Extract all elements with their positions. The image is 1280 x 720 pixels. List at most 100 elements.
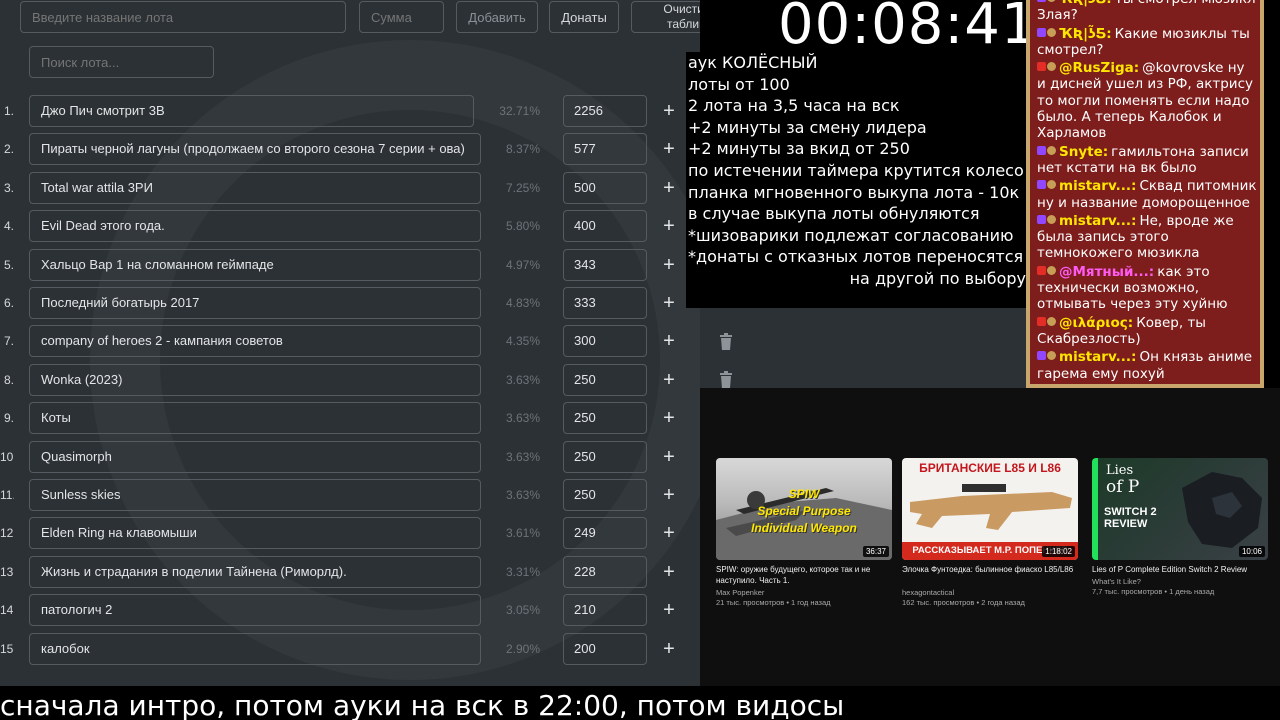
lot-name-field[interactable]: Хальцо Вар 1 на сломанном геймпаде [29, 248, 481, 281]
chat-username[interactable]: mistarv...: [1059, 213, 1136, 229]
add-amount-button[interactable]: + [659, 441, 679, 473]
chat-panel: ҠƦ|ʖ̃Ƽ:Ты смотрел мюзикл Злая?ҠƦ|ʖ̃Ƽ:Как… [1026, 0, 1264, 388]
subscriber-badge-icon [1047, 351, 1056, 361]
video-thumbnail[interactable]: БРИТАНСКИЕ L85 И L86 РАССКАЗЫВАЕТ М.Р. П… [902, 458, 1078, 560]
auction-rules: аук КОЛЁСНЫЙ лоты от 100 2 лота на 3,5 ч… [686, 52, 1028, 308]
subscriber-badge-icon [1047, 27, 1056, 37]
twitch-icon [1037, 351, 1046, 361]
youtube-icon [1037, 316, 1046, 326]
lot-name-field[interactable]: Жизнь и страдания в поделии Тайнена (Рим… [29, 555, 481, 588]
lot-name-field[interactable]: патологич 2 [29, 594, 481, 627]
add-amount-button[interactable]: + [659, 172, 679, 204]
lot-number: 1. [3, 104, 14, 118]
lot-name-field[interactable]: Коты [29, 402, 481, 435]
lot-percent: 2.90% [505, 641, 540, 656]
lot-amount-field[interactable]: 500 [563, 171, 647, 204]
lot-name-field[interactable]: Quasimorph [29, 440, 481, 473]
video-title[interactable]: Lies of P Complete Edition Switch 2 Revi… [1092, 564, 1268, 575]
lot-name-field[interactable]: Total war attila 3РИ [29, 171, 481, 204]
lot-row: 11. Sunless skies 3.63% 250 + [0, 479, 700, 511]
lot-search-input[interactable] [29, 46, 214, 78]
lot-number: 12. [0, 526, 14, 541]
lot-name-field[interactable]: company of heroes 2 - кампания советов [29, 325, 481, 358]
lot-number: 4. [3, 219, 14, 234]
chat-message: @Мятный...: как это технически возможно, … [1037, 264, 1257, 313]
lot-amount-field[interactable]: 210 [563, 594, 647, 627]
lot-name-field[interactable]: Evil Dead этого года. [29, 210, 481, 243]
lot-amount-field[interactable]: 343 [563, 248, 647, 281]
lot-amount-field[interactable]: 200 [563, 632, 647, 665]
trash-icon[interactable] [717, 371, 735, 389]
chat-username[interactable]: mistarv...: [1059, 349, 1136, 365]
rule-line: по истечении таймера крутится колесо [688, 160, 1024, 180]
lot-percent: 3.05% [505, 603, 540, 618]
video-channel[interactable]: hexagontactical [902, 588, 1078, 598]
lot-row: 10. Quasimorph 3.63% 250 + [0, 440, 700, 473]
lot-number: 2. [3, 142, 14, 157]
lot-amount-field[interactable]: 250 [563, 363, 647, 396]
add-amount-button[interactable]: + [659, 402, 679, 434]
chat-username[interactable]: Snyte: [1059, 144, 1108, 160]
lot-amount-field[interactable]: 250 [563, 440, 647, 473]
youtube-icon [1037, 62, 1046, 72]
lot-percent: 4.83% [505, 296, 540, 310]
lot-amount-field[interactable]: 2256 [563, 95, 647, 127]
video-duration: 1:18:02 [1042, 546, 1075, 557]
lot-name-field[interactable]: Пираты черной лагуны (продолжаем со втор… [29, 133, 481, 166]
lot-amount-field[interactable]: 333 [563, 287, 647, 319]
video-channel[interactable]: Max Popenker [716, 588, 892, 598]
lot-name-field[interactable]: Последний богатырь 2017 [29, 287, 481, 319]
bottom-ticker: сначала интро, потом ауки на вск в 22:00… [0, 686, 1280, 720]
lot-row: 12. Elden Ring на клавомыши 3.61% 249 + [0, 517, 700, 550]
amount-input[interactable] [359, 1, 444, 33]
add-amount-button[interactable]: + [659, 364, 679, 396]
trash-icon[interactable] [717, 333, 735, 351]
lot-amount-field[interactable]: 577 [563, 133, 647, 166]
lot-percent: 3.63% [505, 411, 540, 426]
lot-amount-field[interactable]: 300 [563, 325, 647, 358]
add-amount-button[interactable]: + [659, 249, 679, 281]
video-thumbnail[interactable]: Lies of P SWITCH 2 REVIEW 10:06 [1092, 458, 1268, 560]
lot-amount-field[interactable]: 250 [563, 479, 647, 511]
lot-name-field[interactable]: Elden Ring на клавомыши [29, 517, 481, 550]
add-amount-button[interactable]: + [659, 287, 679, 319]
video-meta: 21 тыс. просмотров • 1 год назад [716, 598, 831, 607]
add-lot-button[interactable]: Добавить [456, 1, 538, 33]
video-channel[interactable]: What's It Like? [1092, 577, 1268, 587]
add-amount-button[interactable]: + [659, 479, 679, 511]
add-amount-button[interactable]: + [659, 210, 679, 242]
lot-name-field[interactable]: калобок [29, 632, 481, 665]
chat-username[interactable]: ҠƦ|ʖ̃Ƽ: [1059, 26, 1112, 42]
add-amount-button[interactable]: + [659, 95, 679, 127]
lot-name-field[interactable]: Wonka (2023) [29, 363, 481, 396]
video-title[interactable]: Элочка Фунтоедка: былинное фиаско L85/L8… [902, 564, 1078, 575]
chat-username[interactable]: @ιλάριος: [1059, 315, 1133, 331]
lot-amount-field[interactable]: 249 [563, 517, 647, 550]
lot-number: 7. [3, 334, 14, 349]
chat-username[interactable]: ҠƦ|ʖ̃Ƽ: [1059, 0, 1112, 7]
add-amount-button[interactable]: + [659, 556, 679, 588]
clear-table-button[interactable]: Очистить таблицу [631, 1, 700, 33]
chat-username[interactable]: mistarv...: [1059, 178, 1136, 194]
lot-name-input[interactable] [20, 1, 346, 33]
lot-amount-field[interactable]: 400 [563, 210, 647, 243]
lot-number: 14. [0, 603, 14, 618]
lot-name-field[interactable]: Sunless skies [29, 479, 481, 511]
lot-amount-field[interactable]: 228 [563, 555, 647, 588]
subscriber-badge-icon [1047, 145, 1056, 155]
add-amount-button[interactable]: + [659, 133, 679, 165]
add-amount-button[interactable]: + [659, 325, 679, 357]
lot-name-field[interactable]: Джо Пич смотрит 3В [29, 95, 474, 127]
lot-amount-field[interactable]: 250 [563, 402, 647, 435]
add-amount-button[interactable]: + [659, 594, 679, 626]
chat-message: Snyte: гамильтона записи нет кстати на вк… [1037, 144, 1257, 177]
chat-username[interactable]: @RusZiga: [1059, 60, 1139, 76]
video-thumbnail[interactable]: SPIW Special Purpose Individual Weapon 3… [716, 458, 892, 560]
chat-username[interactable]: @Мятный...: [1059, 264, 1154, 280]
add-amount-button[interactable]: + [659, 633, 679, 665]
video-title[interactable]: SPIW: оружие будущего, которое так и не … [716, 564, 892, 586]
donations-button[interactable]: Донаты [549, 1, 619, 33]
rule-line: +2 минуты за вкид от 250 [688, 139, 910, 159]
twitch-icon [1037, 145, 1046, 155]
add-amount-button[interactable]: + [659, 517, 679, 549]
